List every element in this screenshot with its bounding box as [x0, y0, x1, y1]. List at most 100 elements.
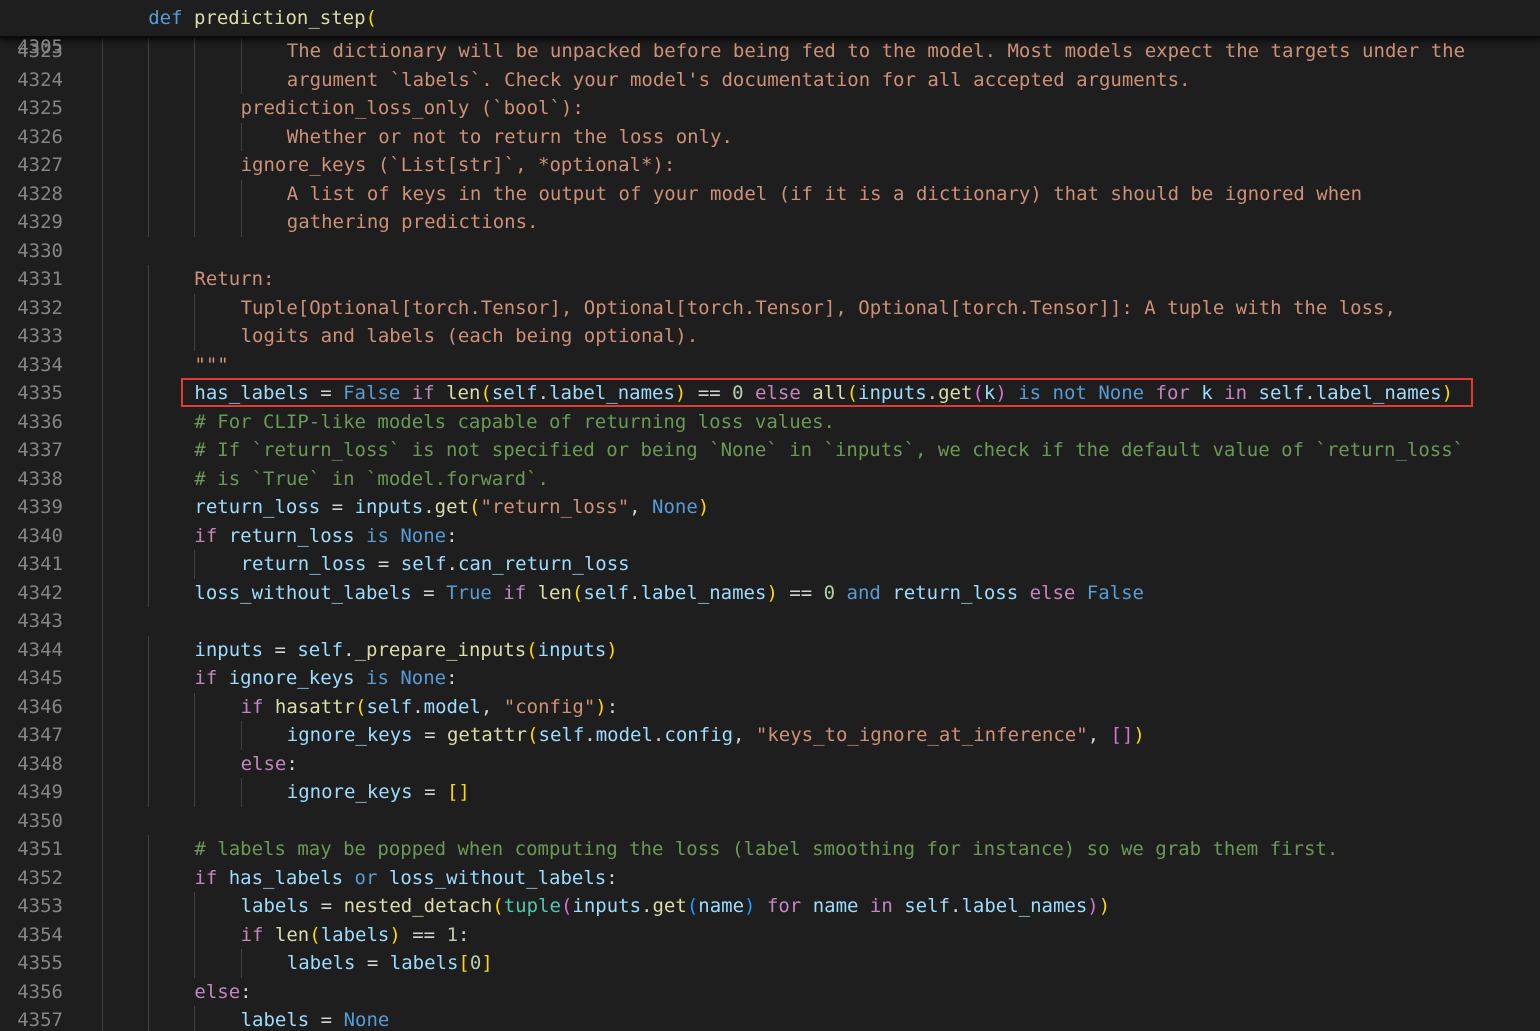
code-token: ,	[733, 724, 756, 746]
code-line[interactable]: 4342 loss_without_labels = True if len(se…	[0, 578, 1540, 608]
code-token: False	[1086, 581, 1144, 604]
indent-guide	[148, 977, 150, 1006]
code-token: 0	[469, 952, 482, 974]
code-token: if	[194, 866, 229, 889]
code-line[interactable]: 4327 ignore_keys (`List[str]`, *optional*…	[0, 151, 1540, 180]
line-number: 4331	[17, 268, 63, 290]
code-token: labels	[389, 952, 459, 974]
indent-guide	[240, 949, 242, 978]
code-line[interactable]: 4353 labels = nested_detach(tuple(inputs.…	[0, 892, 1540, 921]
code-line[interactable]: 4331 Return:	[0, 265, 1540, 294]
indent-guide	[102, 37, 103, 66]
code-line[interactable]: 4349 ignore_keys = []	[0, 778, 1540, 807]
code-line[interactable]: 4332 Tuple[Optional[torch.Tensor], Option…	[0, 293, 1540, 322]
indent-guide	[148, 892, 150, 921]
code-line[interactable]: 4325 prediction_loss_only (`bool`):	[0, 94, 1540, 123]
code-line[interactable]: 4323 The dictionary will be unpacked befo…	[0, 37, 1540, 66]
code-line[interactable]: 4333 logits and labels (each being option…	[0, 322, 1540, 351]
indent-guide	[148, 778, 150, 807]
indent-guide	[148, 265, 150, 294]
code-line[interactable]: 4343	[0, 607, 1540, 636]
code-token: loss_without_labels	[388, 866, 607, 889]
indent-guide	[102, 550, 103, 579]
code-line[interactable]: 4351 # labels may be popped when computin…	[0, 835, 1540, 864]
code-line[interactable]: 4337 # If `return_loss` is not specified …	[0, 436, 1540, 465]
code-token: inputs	[354, 496, 424, 518]
line-number: 4332	[17, 296, 63, 319]
code-line[interactable]: 4350	[0, 806, 1540, 835]
indent-guide	[102, 892, 103, 921]
indent-guide	[102, 236, 103, 265]
code-line[interactable]: 4334 """	[0, 350, 1540, 379]
code-token: ==	[686, 382, 733, 404]
line-number: 4343	[17, 610, 63, 632]
indent-guide	[102, 977, 103, 1006]
line-number: 4327	[17, 154, 63, 176]
indent-guide	[102, 179, 103, 208]
code-line[interactable]: 4341 return_loss = self.can_return_loss	[0, 550, 1540, 579]
code-token: or	[343, 866, 389, 889]
code-line[interactable]: 4339 return_loss = inputs.get("return_los…	[0, 493, 1540, 522]
code-token: =	[412, 724, 447, 746]
code-line[interactable]: 4348 else:	[0, 749, 1540, 778]
code-text: labels = nested_detach(tuple(inputs.get(…	[241, 892, 1111, 921]
indent-guide	[102, 65, 103, 94]
code-line[interactable]: 4345 if ignore_keys is None:	[0, 664, 1540, 693]
indent-guide	[194, 1006, 196, 1031]
code-line[interactable]: 4357 labels = None	[0, 1006, 1540, 1031]
code-token: in	[1212, 382, 1259, 404]
code-line[interactable]: 4354 if len(labels) == 1:	[0, 920, 1540, 949]
indent-guide	[102, 293, 103, 322]
code-line[interactable]: 4352 if has_labels or loss_without_labels…	[0, 863, 1540, 892]
indent-guide	[102, 949, 103, 978]
indent-guide	[148, 407, 150, 436]
code-token: if	[240, 923, 275, 946]
code-token: all	[812, 382, 847, 404]
code-line[interactable]: 4335 has_labels = False if len(self.label…	[0, 379, 1540, 408]
code-token: if	[194, 524, 229, 547]
sticky-line[interactable]: 4305 def prediction_step(	[0, 4, 1540, 58]
indent-guide	[148, 920, 150, 949]
code-line[interactable]: 4328 A list of keys in the output of your…	[0, 179, 1540, 209]
code-token: label_names	[640, 581, 767, 604]
code-token: len	[446, 382, 481, 404]
code-token: # If `return_loss` is not specified or b…	[194, 439, 1465, 461]
code-text: loss_without_labels = True if len(self.l…	[194, 579, 1144, 608]
code-token: argument `labels`. Check your model's do…	[286, 68, 1191, 91]
code-text: labels = None	[241, 1006, 390, 1031]
sticky-scroll-header[interactable]: 4305 def prediction_step(	[0, 0, 1540, 58]
code-token: and	[835, 581, 893, 604]
indent-guide	[194, 65, 196, 94]
code-token: k	[1201, 382, 1213, 404]
code-line[interactable]: 4346 if hasattr(self.model, "config"):	[0, 692, 1540, 721]
code-line[interactable]: 4355 labels = labels[0]	[0, 949, 1540, 978]
line-number: 4356	[17, 980, 63, 1003]
code-token: 0	[732, 382, 744, 404]
code-token: return_loss	[240, 553, 367, 575]
code-line[interactable]: 4324 argument `labels`. Check your model'…	[0, 65, 1540, 94]
indent-guide	[102, 635, 103, 664]
code-token: =	[263, 638, 298, 661]
code-line[interactable]: 4356 else:	[0, 977, 1540, 1006]
code-editor[interactable]: 4305 def prediction_step( 4323 The dictio…	[0, 0, 1540, 1031]
indent-guide	[194, 892, 196, 921]
code-token: )	[389, 923, 401, 946]
indent-guide	[102, 407, 103, 436]
code-token: name	[698, 895, 745, 917]
line-number: 4336	[17, 410, 63, 433]
code-token: (	[526, 638, 538, 661]
code-line[interactable]: 4340 if return_loss is None:	[0, 521, 1540, 550]
code-token: 0	[823, 581, 836, 604]
code-line[interactable]: 4326 Whether or not to return the loss on…	[0, 122, 1540, 151]
code-line[interactable]: 4330	[0, 236, 1540, 265]
code-line[interactable]: 4347 ignore_keys = getattr(self.model.con…	[0, 721, 1540, 750]
code-line[interactable]: 4338 # is `True` in `model.forward`.	[0, 464, 1540, 493]
code-line[interactable]: 4336 # For CLIP-like models capable of re…	[0, 407, 1540, 436]
code-token: (	[560, 895, 573, 917]
code-line[interactable]: 4329 gathering predictions.	[0, 208, 1540, 237]
code-token: ignore_keys	[228, 667, 355, 689]
code-text: A list of keys in the output of your mod…	[287, 180, 1362, 209]
code-line[interactable]: 4344 inputs = self._prepare_inputs(inputs…	[0, 635, 1540, 664]
line-number: 4350	[17, 809, 63, 832]
indent-guide	[102, 521, 103, 550]
